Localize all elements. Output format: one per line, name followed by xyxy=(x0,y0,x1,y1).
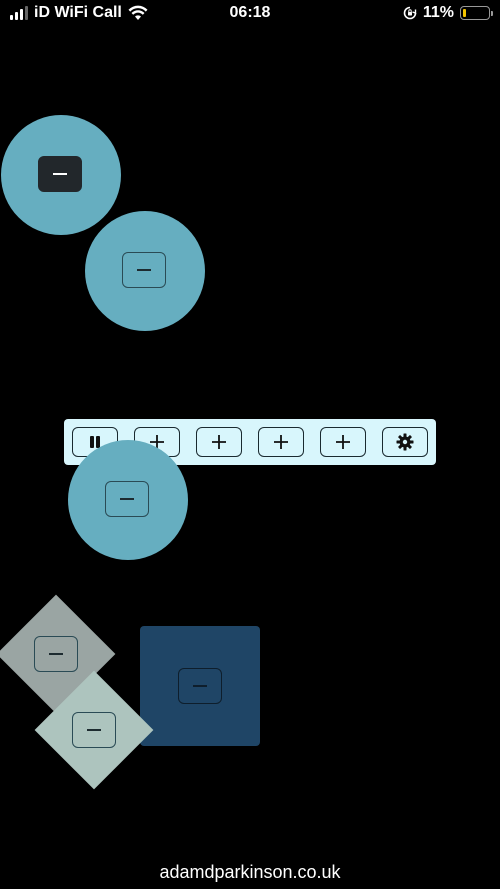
minus-button[interactable] xyxy=(38,156,82,192)
minus-icon xyxy=(53,173,67,175)
minus-button[interactable] xyxy=(178,667,222,704)
site-url: adamdparkinson.co.uk xyxy=(159,862,341,882)
minus-button[interactable] xyxy=(122,252,166,288)
add-button[interactable] xyxy=(258,427,304,457)
circle-shape[interactable] xyxy=(85,211,205,331)
minus-icon xyxy=(87,729,101,731)
circle-shape[interactable] xyxy=(68,440,188,560)
add-button[interactable] xyxy=(196,427,242,457)
battery-icon xyxy=(460,6,493,20)
minus-icon xyxy=(193,684,207,687)
rotation-lock-icon xyxy=(403,6,417,20)
minus-icon xyxy=(49,653,63,655)
minus-button[interactable] xyxy=(72,712,116,748)
battery-percent: 11% xyxy=(422,4,454,21)
plus-icon xyxy=(274,435,288,449)
plus-icon xyxy=(212,435,226,449)
square-shape[interactable] xyxy=(140,626,260,746)
circle-shape[interactable] xyxy=(1,115,121,235)
status-bar: iD WiFi Call 06:18 11% xyxy=(0,0,500,28)
minus-icon xyxy=(120,498,134,500)
settings-button[interactable] xyxy=(382,427,428,457)
add-button[interactable] xyxy=(320,427,366,457)
minus-button[interactable] xyxy=(105,481,149,517)
plus-icon xyxy=(336,435,350,449)
minus-icon xyxy=(137,269,151,271)
battery-fill xyxy=(463,9,466,17)
gear-icon xyxy=(396,433,414,451)
minus-button[interactable] xyxy=(34,636,78,672)
status-right: 11% xyxy=(403,4,493,22)
